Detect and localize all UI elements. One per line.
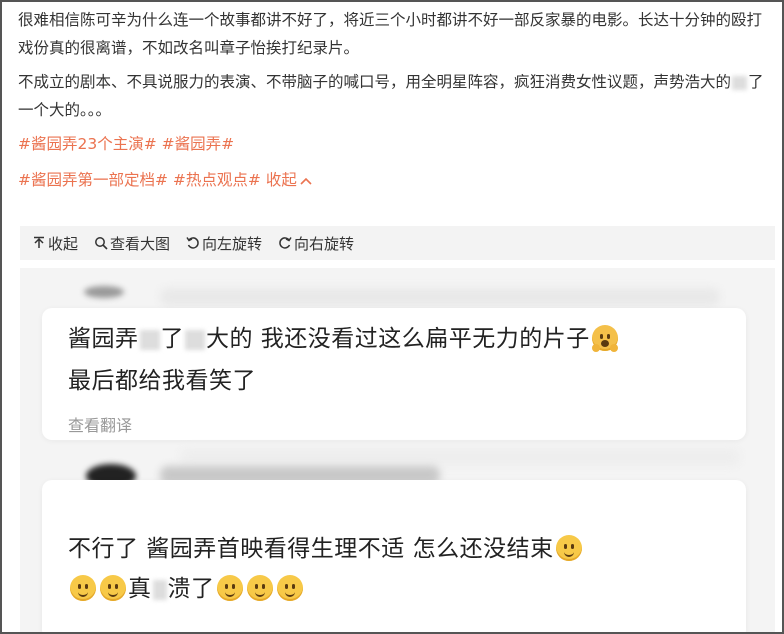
- rotate-right-button-label: 向右旋转: [294, 234, 355, 253]
- rotate-left-icon: [186, 237, 199, 249]
- rotate-right-icon: [279, 237, 292, 249]
- comment-1-line-2: 最后都给我看笑了: [68, 368, 256, 394]
- post-paragraph-2: 不成立的剧本、不具说服力的表演、不带脑子的喊口号，用全明星阵容，疯狂消费女性议题…: [18, 68, 770, 124]
- post-paragraph-2-text-a: 不成立的剧本、不具说服力的表演、不带脑子的喊口号，用全明星阵容，疯狂消费女性议题…: [18, 73, 732, 91]
- smiley-emoji-icon: [555, 535, 582, 561]
- comment-1-line-1: 酱园弄了大的 我还没看过这么扁平无力的片子: [68, 322, 620, 356]
- topic-tag-jiangyuannong[interactable]: #酱园弄#: [162, 135, 234, 153]
- rotate-right-button[interactable]: 向右旋转: [278, 233, 354, 254]
- view-large-button[interactable]: 查看大图: [94, 233, 170, 254]
- censored-character: [732, 75, 748, 90]
- collapse-label: 收起: [265, 171, 297, 189]
- censored-character: [139, 329, 160, 350]
- post-body: 很难相信陈可辛为什么连一个故事都讲不好了，将近三个小时都讲不好一部反家暴的电影。…: [18, 6, 770, 194]
- comment-2-text-b: 真: [128, 576, 152, 602]
- smiley-emoji-icon: [216, 575, 243, 601]
- collapse-up-icon: [34, 236, 44, 248]
- image-toolbar: 收起 查看大图 向左旋转 向右旋转: [20, 226, 775, 260]
- collapse-text-link[interactable]: 收起: [266, 171, 312, 189]
- collapse-button-label: 收起: [48, 234, 79, 253]
- smiley-emoji-icon: [100, 575, 126, 601]
- post-paragraph-1: 很难相信陈可辛为什么连一个故事都讲不好了，将近三个小时都讲不好一部反家暴的电影。…: [18, 11, 763, 57]
- comment-2-text-c: 溃了: [167, 576, 215, 602]
- censored-character: [185, 329, 205, 350]
- topic-tag-jiangyuannong-cast[interactable]: #酱园弄23个主演#: [18, 135, 157, 153]
- view-translation-link[interactable]: 查看翻译: [68, 412, 132, 436]
- comment-2-line-2: 真溃了: [68, 572, 305, 606]
- rotate-left-button-label: 向左旋转: [202, 234, 263, 253]
- post-image-screenshot[interactable]: 酱园弄了大的 我还没看过这么扁平无力的片子 最后都给我看笑了 查看翻译 不行了 …: [20, 268, 775, 632]
- smiley-emoji-icon: [246, 575, 273, 601]
- comment-1-text-a: 酱园弄: [68, 326, 139, 352]
- blurred-text-strip: [180, 448, 740, 466]
- smiley-emoji-icon: [70, 575, 96, 601]
- fearful-face-emoji-icon: [591, 325, 618, 352]
- comment-bubble-2: 不行了 酱园弄首映看得生理不适 怎么还没结束 真溃了: [42, 480, 746, 632]
- topic-tag-hot-opinion[interactable]: #热点观点#: [173, 171, 261, 189]
- comment-bubble-1: 酱园弄了大的 我还没看过这么扁平无力的片子 最后都给我看笑了 查看翻译: [42, 308, 746, 440]
- chevron-up-icon: [300, 177, 312, 185]
- weibo-post-frame: 很难相信陈可辛为什么连一个故事都讲不好了，将近三个小时都讲不好一部反家暴的电影。…: [0, 0, 784, 634]
- comment-1-text-b: 了: [160, 326, 184, 352]
- comment-2-text-a: 不行了 酱园弄首映看得生理不适 怎么还没结束: [68, 536, 554, 562]
- collapse-button[interactable]: 收起: [32, 233, 78, 254]
- view-large-button-label: 查看大图: [110, 234, 171, 253]
- comment-2-line-1: 不行了 酱园弄首映看得生理不适 怎么还没结束: [68, 532, 584, 566]
- rotate-left-button[interactable]: 向左旋转: [186, 233, 262, 254]
- comment-1-text-c: 大的 我还没看过这么扁平无力的片子: [206, 326, 590, 352]
- topic-tags-line-1: #酱园弄23个主演# #酱园弄#: [18, 130, 770, 158]
- blurred-username: [160, 288, 720, 306]
- censored-character: [152, 579, 167, 600]
- magnifier-icon: [95, 237, 108, 250]
- topic-tag-release-date[interactable]: #酱园弄第一部定档#: [18, 171, 168, 189]
- blurred-avatar: [84, 286, 124, 298]
- topic-tags-line-2: #酱园弄第一部定档# #热点观点# 收起: [18, 166, 770, 194]
- smiley-emoji-icon: [276, 575, 303, 601]
